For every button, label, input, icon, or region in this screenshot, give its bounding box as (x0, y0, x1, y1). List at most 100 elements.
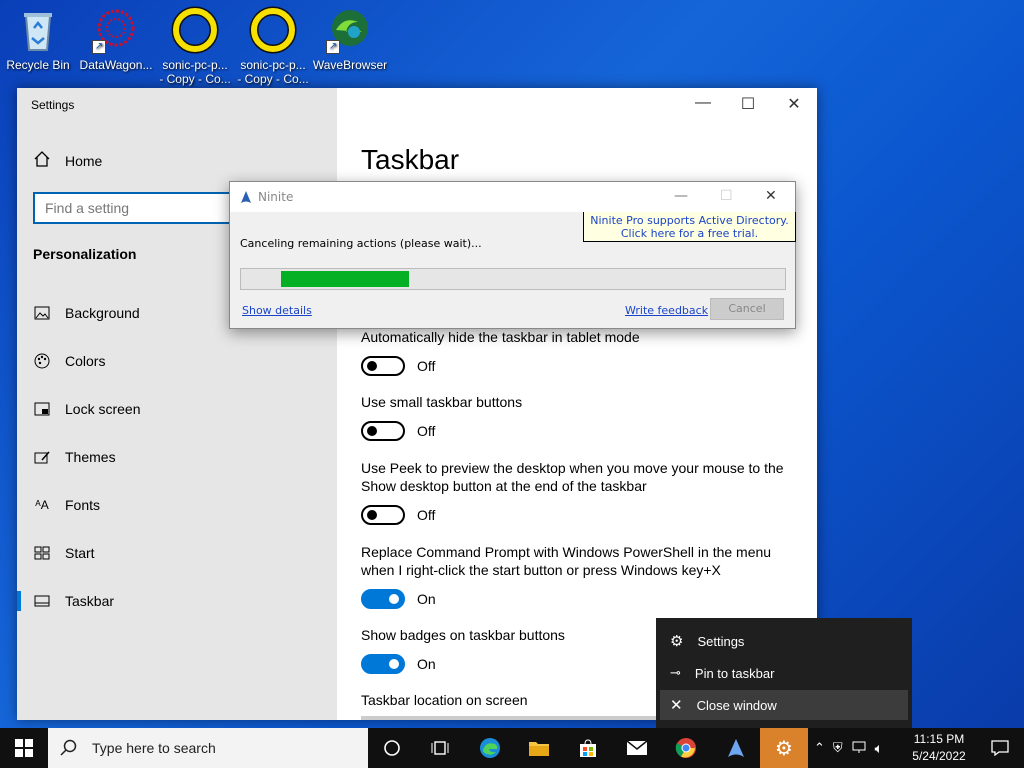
desktop-icon-label: WaveBrowser (312, 58, 388, 72)
nav-item-lock-screen[interactable]: Lock screen (33, 400, 140, 418)
settings-taskbar-button[interactable]: ⚙ (760, 728, 808, 768)
clock-time: 11:15 PM (913, 732, 965, 746)
nav-item-label: Background (65, 305, 140, 321)
start-button[interactable] (0, 728, 48, 768)
desktop-icon-label: Recycle Bin (6, 58, 70, 72)
network-icon[interactable] (851, 740, 867, 757)
picture-icon (33, 304, 51, 322)
close-icon: ✕ (670, 697, 683, 714)
nav-item-background[interactable]: Background (33, 304, 140, 322)
cortana-button[interactable] (368, 728, 416, 768)
start-icon (33, 544, 51, 562)
toggle-peek[interactable] (361, 505, 405, 525)
chrome-button[interactable] (662, 728, 710, 768)
jumplist-pin[interactable]: ⊸ Pin to taskbar (660, 658, 908, 688)
minimize-button[interactable]: — (683, 94, 723, 112)
nav-item-colors[interactable]: Colors (33, 352, 105, 370)
nav-home-label: Home (65, 152, 103, 169)
ninite-dialog: Ninite — ☐ ✕ Ninite Pro supports Active … (229, 181, 796, 329)
taskbar-icon (33, 592, 51, 610)
desktop-icon-wavebrowser[interactable]: ↗ WaveBrowser (312, 4, 388, 72)
desktop-icon-datawagon[interactable]: ↗ DataWagon... (78, 4, 154, 72)
chevron-up-icon[interactable]: ⌃ (814, 740, 825, 756)
nav-item-themes[interactable]: Themes (33, 448, 116, 466)
notification-icon (991, 740, 1009, 756)
taskbar-location-dropdown[interactable] (361, 716, 661, 720)
themes-icon (33, 448, 51, 466)
nav-item-taskbar[interactable]: Taskbar (33, 592, 114, 610)
store-button[interactable] (564, 728, 612, 768)
volume-icon[interactable]: 🔈︎ (875, 740, 883, 757)
taskbar-search-box[interactable]: Type here to search (48, 728, 368, 768)
clock[interactable]: 11:15 PM 5/24/2022 (908, 731, 970, 765)
recycle-bin-icon (14, 6, 62, 54)
option-label: Automatically hide the taskbar in tablet… (361, 329, 640, 345)
toggle-tablet-hide[interactable] (361, 356, 405, 376)
ninite-pro-promo[interactable]: Ninite Pro supports Active Directory. Cl… (583, 212, 796, 242)
page-title: Taskbar (361, 144, 460, 175)
edge-button[interactable] (466, 728, 514, 768)
toggle-badges[interactable] (361, 654, 405, 674)
promo-line: Ninite Pro supports Active Directory. (590, 214, 789, 227)
edge-icon (480, 738, 500, 758)
ninite-status: Canceling remaining actions (please wait… (240, 237, 482, 250)
nav-item-label: Themes (65, 449, 116, 465)
nav-item-label: Lock screen (65, 401, 141, 417)
ninite-close-button[interactable]: ✕ (765, 188, 777, 204)
write-feedback-link[interactable]: Write feedback (625, 304, 708, 317)
ring-icon (249, 6, 297, 54)
security-icon[interactable]: ⛨ (833, 740, 843, 756)
desktop-icon-sonic-1[interactable]: sonic-pc-p... - Copy - Co... (157, 4, 233, 86)
nav-item-start[interactable]: Start (33, 544, 95, 562)
toggle-state: Off (417, 507, 436, 523)
shortcut-arrow-icon: ↗ (92, 40, 106, 54)
task-view-button[interactable] (416, 728, 464, 768)
option-label: Use small taskbar buttons (361, 394, 523, 410)
ninite-progress-bar (240, 268, 786, 290)
jumplist-label: Pin to taskbar (694, 665, 775, 681)
lock-screen-icon (33, 400, 51, 418)
close-button[interactable]: ✕ (774, 94, 814, 114)
jumplist-close-window[interactable]: ✕ Close window (660, 690, 908, 720)
shortcut-arrow-icon: ↗ (326, 40, 340, 54)
ninite-cancel-button: Cancel (710, 298, 784, 320)
nav-home[interactable]: Home (33, 150, 102, 171)
jumplist-settings[interactable]: ⚙ Settings (660, 626, 908, 656)
folder-icon (529, 742, 549, 756)
ninite-titlebar: Ninite — ☐ ✕ (230, 182, 795, 212)
show-details-link[interactable]: Show details (242, 304, 312, 317)
fonts-icon: ᴬA (35, 498, 49, 512)
ninite-maximize-button: ☐ (720, 188, 733, 204)
chrome-icon (675, 738, 696, 758)
section-heading: Personalization (33, 246, 137, 262)
home-icon (33, 150, 51, 171)
system-tray: ⌃ ⛨ 🔈︎ (814, 728, 883, 768)
file-explorer-button[interactable] (515, 728, 563, 768)
ninite-minimize-button[interactable]: — (674, 188, 688, 204)
store-icon (580, 739, 596, 757)
desktop-icon-sonic-2[interactable]: sonic-pc-p... - Copy - Co... (235, 4, 311, 86)
ninite-taskbar-button[interactable] (712, 728, 760, 768)
option-label: Use Peek to preview the desktop when you… (361, 460, 784, 494)
maximize-button[interactable]: ☐ (728, 94, 768, 114)
toggle-state: Off (417, 358, 436, 374)
toggle-state: On (417, 591, 436, 607)
taskbar: Type here to search ⚙ ⌃ ⛨ 🔈︎ 11:15 PM 5/… (0, 728, 1024, 768)
palette-icon (33, 352, 51, 370)
clock-date: 5/24/2022 (912, 749, 966, 763)
nav-item-label: Colors (65, 353, 106, 369)
desktop-icon-label: sonic-pc-p... - Copy - Co... (237, 58, 309, 86)
ninite-icon (728, 739, 744, 757)
option-label: Replace Command Prompt with Windows Powe… (361, 544, 772, 578)
cortana-icon (384, 740, 400, 756)
desktop-icon-recycle-bin[interactable]: Recycle Bin (0, 4, 76, 72)
mail-button[interactable] (613, 728, 661, 768)
gear-icon: ⚙ (775, 737, 793, 760)
desktop-icon-label: sonic-pc-p... - Copy - Co... (159, 58, 231, 86)
notifications-button[interactable] (976, 728, 1024, 768)
toggle-small-buttons[interactable] (361, 421, 405, 441)
nav-item-fonts[interactable]: ᴬA Fonts (33, 496, 100, 514)
toggle-powershell[interactable] (361, 589, 405, 609)
wavebrowser-icon: ↗ (326, 6, 374, 54)
promo-link: Click here for a free trial. (620, 227, 759, 240)
